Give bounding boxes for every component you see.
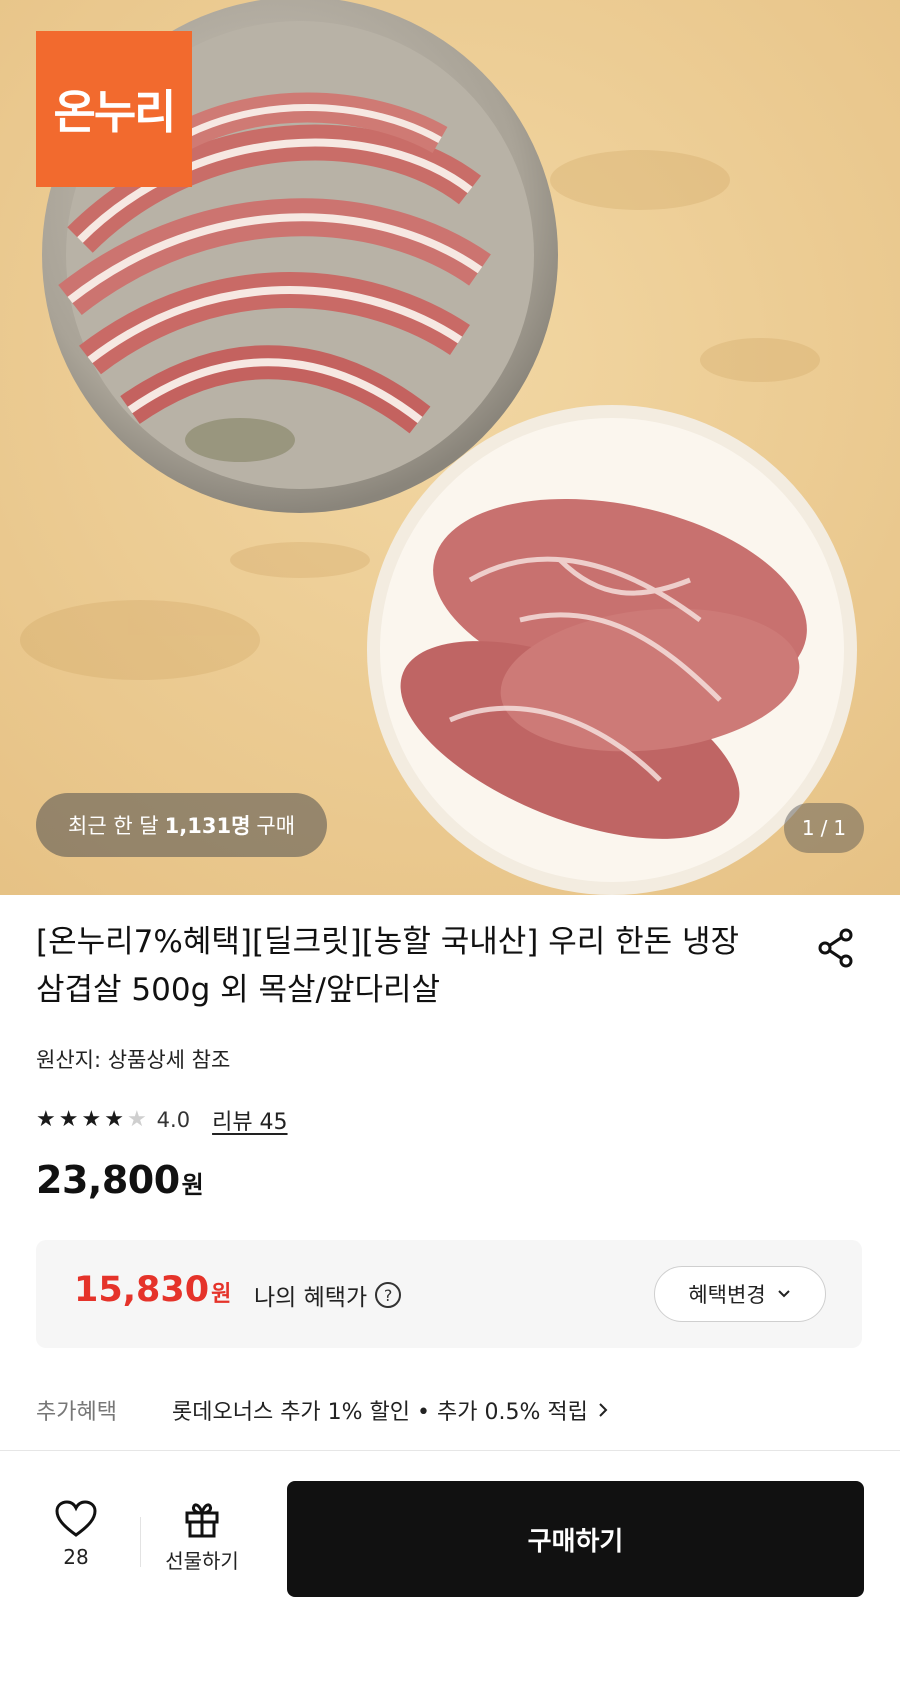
page-total: 1: [833, 816, 847, 840]
share-icon: [818, 928, 853, 968]
heart-icon: [55, 1500, 97, 1537]
benefit-price-box: 15,830 원 나의 혜택가 ? 혜택변경: [36, 1240, 862, 1348]
bottom-action-bar: 28 선물하기 구매하기: [0, 1450, 900, 1700]
benefit-unit: 원: [211, 1282, 232, 1307]
like-button[interactable]: 28: [36, 1499, 116, 1595]
star-icon: ★: [36, 1107, 56, 1132]
like-count: 28: [63, 1545, 89, 1569]
benefit-amount: 15,830: [74, 1270, 210, 1310]
product-title: [온누리7%혜택][딜크릿][농할 국내산] 우리 한돈 냉장 삼겹살 500g…: [36, 924, 740, 1008]
star-icon: ★: [58, 1107, 79, 1132]
price-unit: 원: [181, 1171, 204, 1199]
rating-score: 4.0: [156, 1108, 191, 1132]
star-empty-icon: ★: [126, 1107, 147, 1132]
image-page-counter: 1 / 1: [784, 803, 864, 853]
benefit-label: 나의 혜택가 ?: [254, 1278, 402, 1312]
benefit-label-text: 나의 혜택가: [254, 1285, 368, 1311]
page-current: 1: [801, 816, 815, 840]
price-amount: 23,800: [36, 1158, 180, 1202]
page-separator: /: [820, 816, 828, 840]
buy-button[interactable]: 구매하기: [287, 1481, 864, 1597]
rating-row: ★ ★ ★ ★ ★ 4.0 리뷰 45: [36, 1100, 288, 1140]
extra-benefit-text: 롯데오너스 추가 1% 할인 • 추가 0.5% 적립: [172, 1394, 610, 1426]
chevron-right-icon: [599, 1403, 608, 1417]
recent-count: 1,131명: [164, 814, 251, 838]
bar-divider: [140, 1517, 141, 1567]
change-benefit-button[interactable]: 혜택변경: [654, 1266, 826, 1322]
star-rating: ★ ★ ★ ★ ★: [36, 1109, 147, 1131]
origin-info: 원산지: 상품상세 참조: [36, 1048, 231, 1072]
star-icon: ★: [104, 1107, 124, 1132]
recent-prefix: 최근 한 달: [68, 814, 159, 838]
product-image-carousel[interactable]: 온누리 최근 한 달 1,131명 구매 1 / 1: [0, 0, 900, 895]
benefit-price: 15,830 원: [74, 1270, 231, 1310]
gift-icon: [185, 1503, 219, 1538]
extra-benefit-row[interactable]: 추가혜택 롯데오너스 추가 1% 할인 • 추가 0.5% 적립: [36, 1394, 610, 1426]
chevron-down-icon: [777, 1290, 790, 1298]
extra-benefit-value: 롯데오너스 추가 1% 할인 • 추가 0.5% 적립: [172, 1400, 588, 1425]
star-icon: ★: [81, 1107, 102, 1132]
help-circle-icon[interactable]: ?: [375, 1282, 402, 1308]
original-price: 23,800 원: [36, 1158, 204, 1202]
change-benefit-label: 혜택변경: [688, 1283, 766, 1307]
extra-benefit-label: 추가혜택: [36, 1400, 117, 1425]
review-link[interactable]: 리뷰 45: [212, 1104, 287, 1136]
recent-purchase-badge: 최근 한 달 1,131명 구매: [36, 793, 328, 857]
brand-logo-text: 온누리: [53, 85, 177, 139]
gift-button[interactable]: 선물하기: [150, 1499, 254, 1595]
share-button[interactable]: [814, 926, 858, 970]
gift-label: 선물하기: [165, 1549, 239, 1573]
brand-logo: 온누리: [36, 31, 192, 187]
recent-suffix: 구매: [256, 814, 296, 838]
